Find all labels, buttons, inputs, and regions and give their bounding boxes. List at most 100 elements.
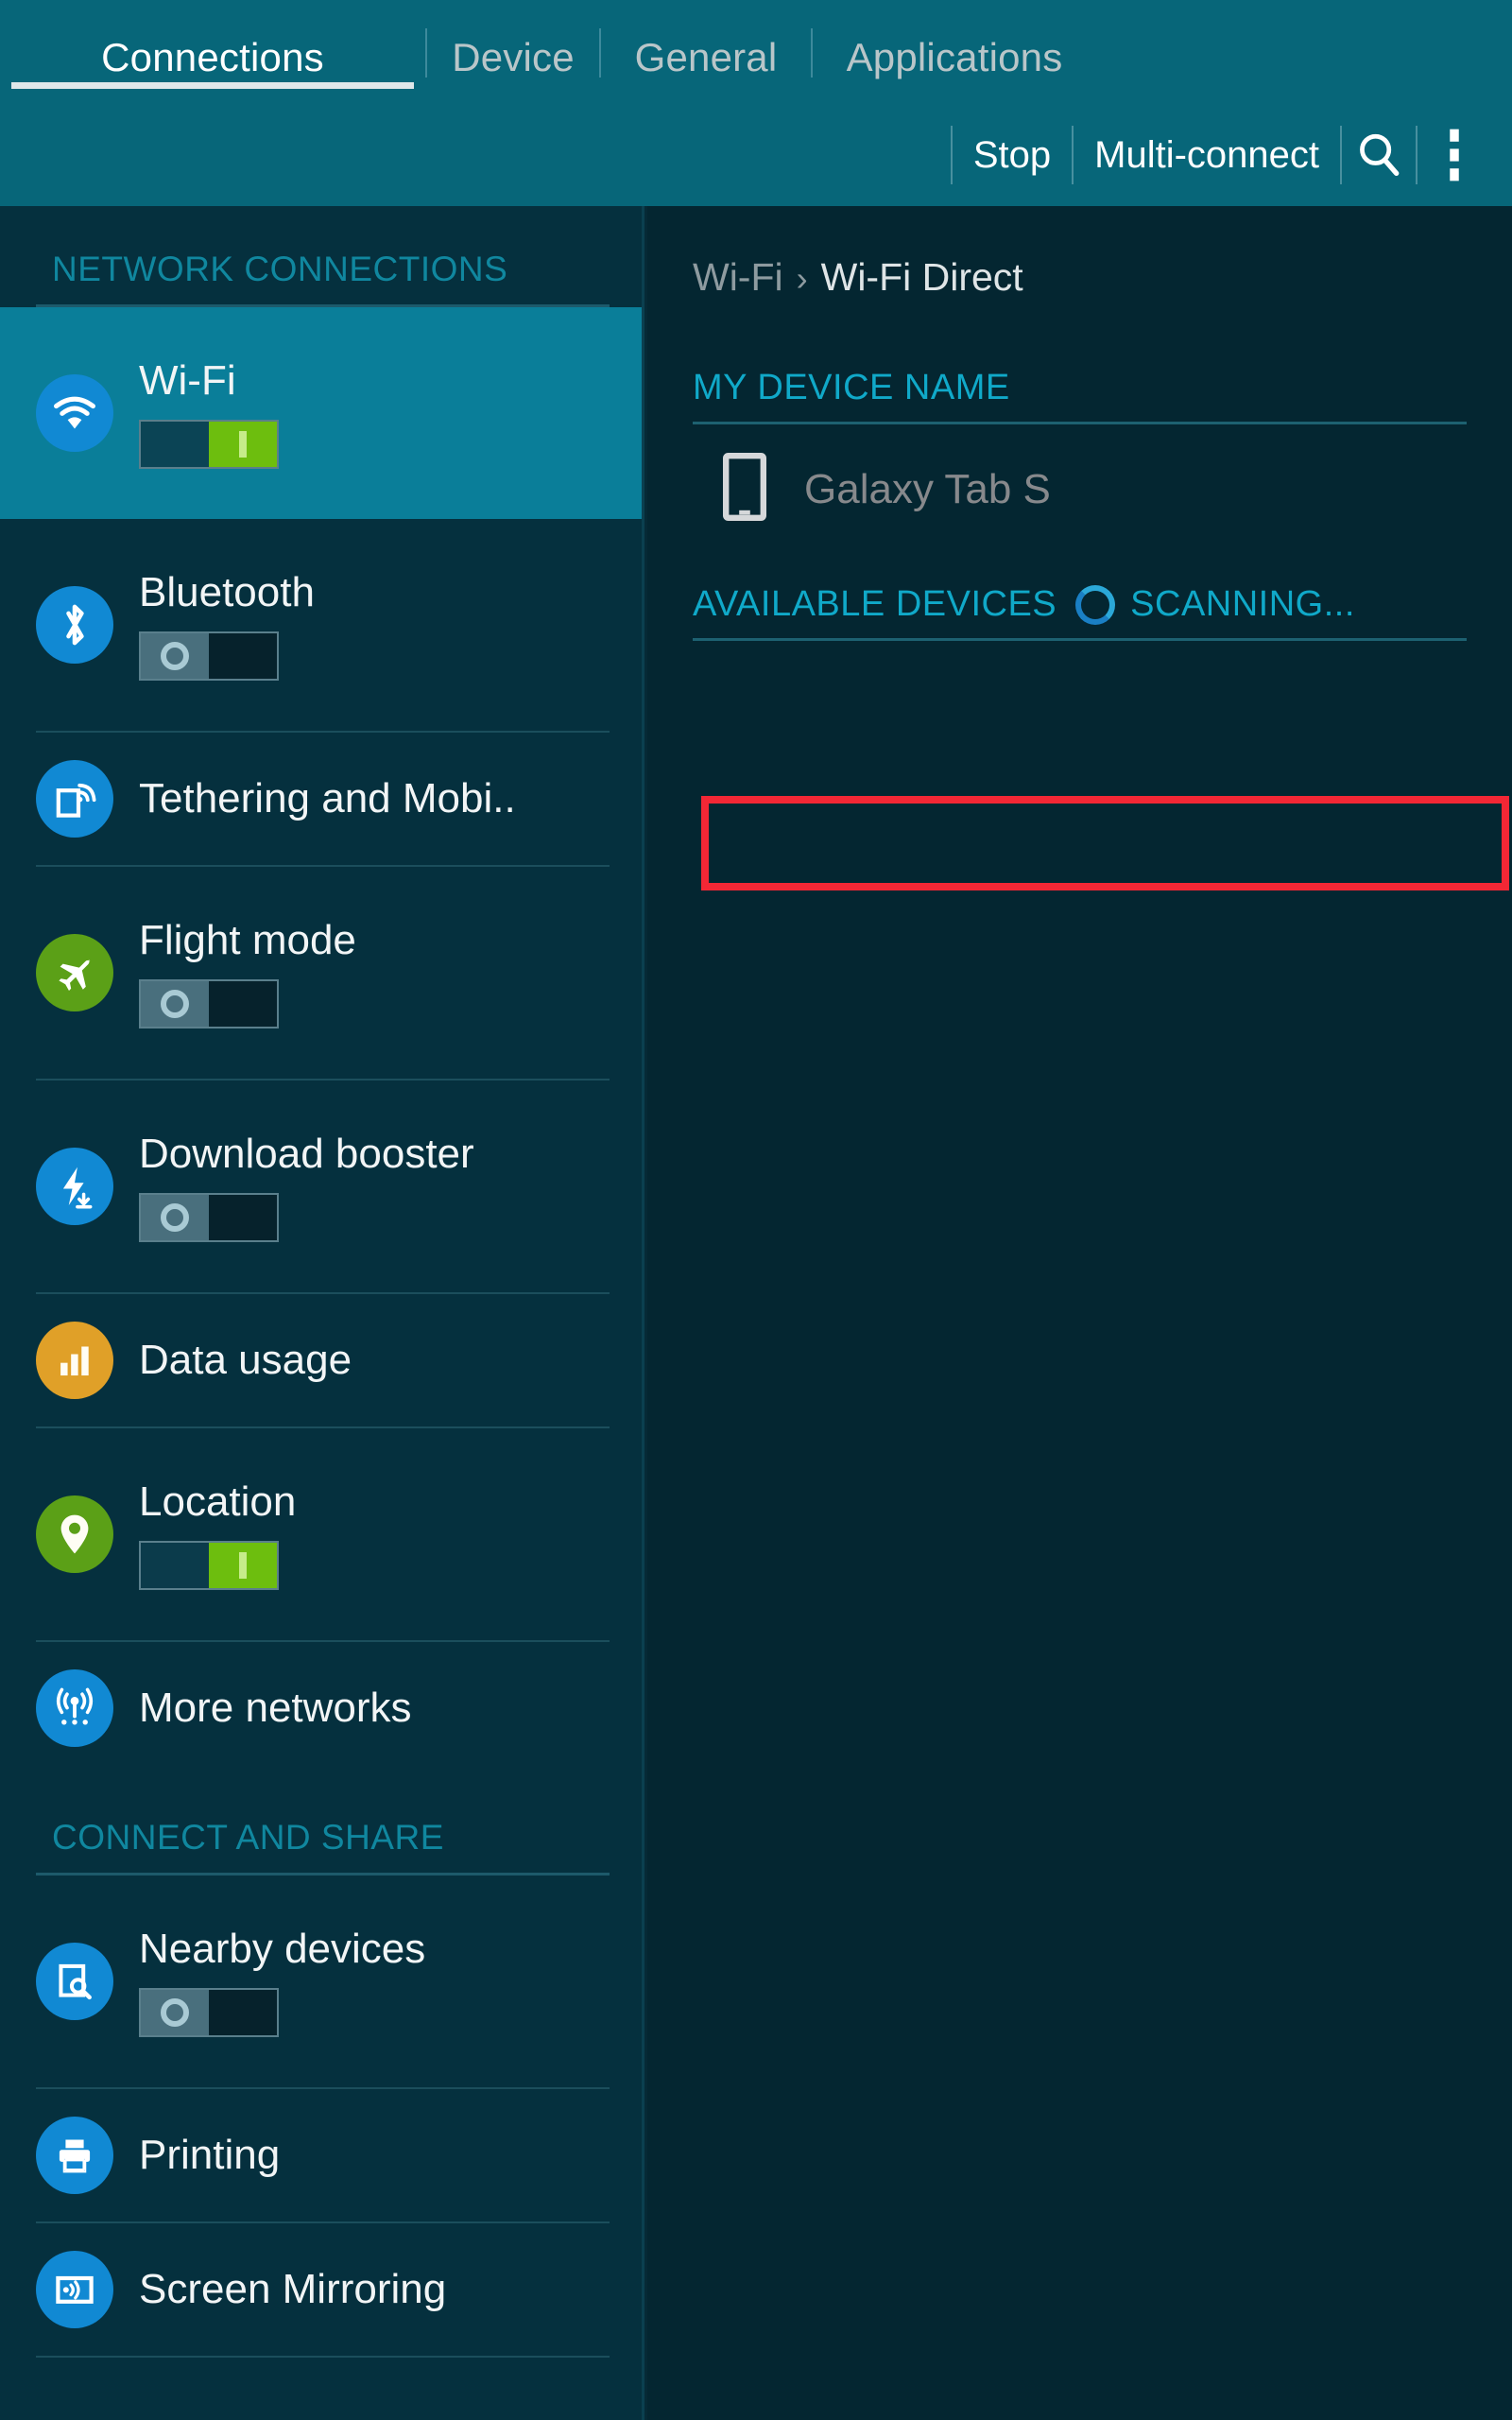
nearby-devices-toggle[interactable] xyxy=(139,1987,279,2037)
tab-active-underline xyxy=(11,82,414,89)
sidebar-item-body: Download booster xyxy=(139,1131,474,1242)
printer-icon xyxy=(36,2117,113,2194)
tab-general-label: General xyxy=(634,35,778,79)
sidebar-item-label: Data usage xyxy=(139,1337,352,1384)
chevron-right-icon: › xyxy=(796,259,808,298)
toggle-knob-ring xyxy=(161,1997,189,2027)
sidebar-item-location[interactable]: Location xyxy=(0,1428,642,1640)
sidebar-item-label: Nearby devices xyxy=(139,1926,426,1973)
wifi-toggle[interactable] xyxy=(139,419,279,469)
toggle-knob-off xyxy=(141,632,209,679)
more-vertical-icon[interactable] xyxy=(1418,118,1491,192)
wifi-icon xyxy=(36,374,113,452)
tab-device[interactable]: Device xyxy=(427,0,599,104)
sidebar-item-body: Location xyxy=(139,1478,297,1590)
toggle-knob-off xyxy=(141,1989,209,2035)
sidebar-item-body: Data usage xyxy=(139,1337,352,1383)
sidebar-section-network-connections: NETWORK CONNECTIONS xyxy=(52,250,508,288)
sidebar-item-label: Screen Mirroring xyxy=(139,2266,447,2313)
bar-chart-icon xyxy=(36,1322,113,1399)
toggle-track-right xyxy=(209,1989,277,2035)
available-devices-section: AVAILABLE DEVICES SCANNING... xyxy=(693,584,1467,641)
toggle-knob-on xyxy=(209,1542,277,1588)
sidebar-item-wifi[interactable]: Wi-Fi xyxy=(0,307,642,519)
bluetooth-toggle[interactable] xyxy=(139,631,279,681)
sidebar-item-body: Tethering and Mobi.. xyxy=(139,775,516,821)
toggle-knob-off xyxy=(141,980,209,1027)
download-booster-toggle[interactable] xyxy=(139,1192,279,1242)
flight-mode-toggle[interactable] xyxy=(139,978,279,1028)
map-pin-icon xyxy=(36,1495,113,1573)
sidebar-item-body: Screen Mirroring xyxy=(139,2266,446,2312)
my-device-name-section: MY DEVICE NAME xyxy=(693,368,1467,424)
sidebar-item-body: Wi-Fi xyxy=(139,357,279,469)
sidebar-item-label: Printing xyxy=(139,2132,281,2179)
tab-device-label: Device xyxy=(452,35,575,79)
available-devices-header: AVAILABLE DEVICES SCANNING... xyxy=(693,584,1467,638)
toggle-track-left xyxy=(141,1542,209,1588)
sidebar-item-label: Tethering and Mobi.. xyxy=(139,775,516,822)
tethering-icon xyxy=(36,760,113,838)
section-rule xyxy=(693,638,1467,641)
available-devices-label: AVAILABLE DEVICES xyxy=(693,584,1057,624)
my-device-name-header: MY DEVICE NAME xyxy=(693,368,1010,407)
sidebar-item-label: Download booster xyxy=(139,1131,474,1178)
sidebar-item-data-usage[interactable]: Data usage xyxy=(0,1294,642,1426)
toggle-track-right xyxy=(209,1194,277,1240)
multi-connect-button[interactable]: Multi-connect xyxy=(1074,134,1340,177)
screen-mirroring-icon xyxy=(36,2251,113,2328)
scanning-status: SCANNING... xyxy=(1130,584,1355,624)
my-device-name-value: Galaxy Tab S xyxy=(804,465,1051,512)
breadcrumb: Wi-Fi › Wi-Fi Direct xyxy=(647,206,1512,300)
sidebar-item-label: Flight mode xyxy=(139,917,356,964)
top-app-bar: Connections Device General Applications … xyxy=(0,0,1512,206)
toggle-track-right xyxy=(209,980,277,1027)
tab-applications-label: Applications xyxy=(846,35,1063,79)
sidebar-item-body: Printing xyxy=(139,2132,280,2178)
sidebar-item-download-booster[interactable]: Download booster xyxy=(0,1080,642,1292)
breadcrumb-parent[interactable]: Wi-Fi xyxy=(693,255,783,300)
antenna-icon xyxy=(36,1669,113,1747)
location-toggle[interactable] xyxy=(139,1540,279,1590)
toggle-track-right xyxy=(209,632,277,679)
sidebar-item-body: Nearby devices xyxy=(139,1926,426,2037)
tab-applications[interactable]: Applications xyxy=(813,0,1096,104)
download-boost-icon xyxy=(36,1148,113,1225)
loading-spinner-icon xyxy=(1075,584,1116,625)
toggle-knob-ring xyxy=(161,989,189,1018)
sidebar-item-label: Wi-Fi xyxy=(139,357,236,405)
smartphone-icon xyxy=(723,453,766,526)
sidebar-item-bluetooth[interactable]: Bluetooth xyxy=(0,519,642,731)
sidebar-item-body: More networks xyxy=(139,1685,412,1731)
toggle-track-left xyxy=(141,421,209,467)
sidebar-section-connect-and-share: CONNECT AND SHARE xyxy=(52,1818,444,1857)
airplane-icon xyxy=(36,934,113,1011)
sidebar-item-label: Bluetooth xyxy=(139,569,315,616)
tab-connections-label: Connections xyxy=(101,35,324,79)
toggle-knob-off xyxy=(141,1194,209,1240)
section-rule xyxy=(693,422,1467,424)
sidebar-item-label: Location xyxy=(139,1478,297,1526)
toggle-knob-bar xyxy=(239,430,247,458)
sidebar-item-printing[interactable]: Printing xyxy=(0,2089,642,2221)
sidebar-item-more-networks[interactable]: More networks xyxy=(0,1642,642,1774)
sidebar-item-flight-mode[interactable]: Flight mode xyxy=(0,867,642,1079)
search-icon[interactable] xyxy=(1342,118,1416,192)
stop-button[interactable]: Stop xyxy=(953,134,1072,177)
toggle-knob-on xyxy=(209,421,277,467)
settings-sidebar: NETWORK CONNECTIONS Wi-Fi Bluetooth Teth… xyxy=(0,206,644,2420)
sidebar-item-tethering[interactable]: Tethering and Mobi.. xyxy=(0,733,642,865)
bluetooth-icon xyxy=(36,586,113,664)
content-area: NETWORK CONNECTIONS Wi-Fi Bluetooth Teth… xyxy=(0,206,1512,2420)
breadcrumb-current: Wi-Fi Direct xyxy=(820,255,1023,299)
tab-connections[interactable]: Connections xyxy=(0,0,425,104)
action-bar: Stop Multi-connect xyxy=(0,104,1512,206)
my-device-row[interactable]: Galaxy Tab S xyxy=(647,424,1512,552)
nearby-devices-icon xyxy=(36,1943,113,2020)
toggle-knob-bar xyxy=(239,1551,247,1579)
toggle-knob-ring xyxy=(161,1202,189,1232)
row-divider xyxy=(36,2356,610,2358)
sidebar-item-nearby-devices[interactable]: Nearby devices xyxy=(0,1876,642,2087)
tab-general[interactable]: General xyxy=(601,0,811,104)
sidebar-item-screen-mirroring[interactable]: Screen Mirroring xyxy=(0,2223,642,2356)
